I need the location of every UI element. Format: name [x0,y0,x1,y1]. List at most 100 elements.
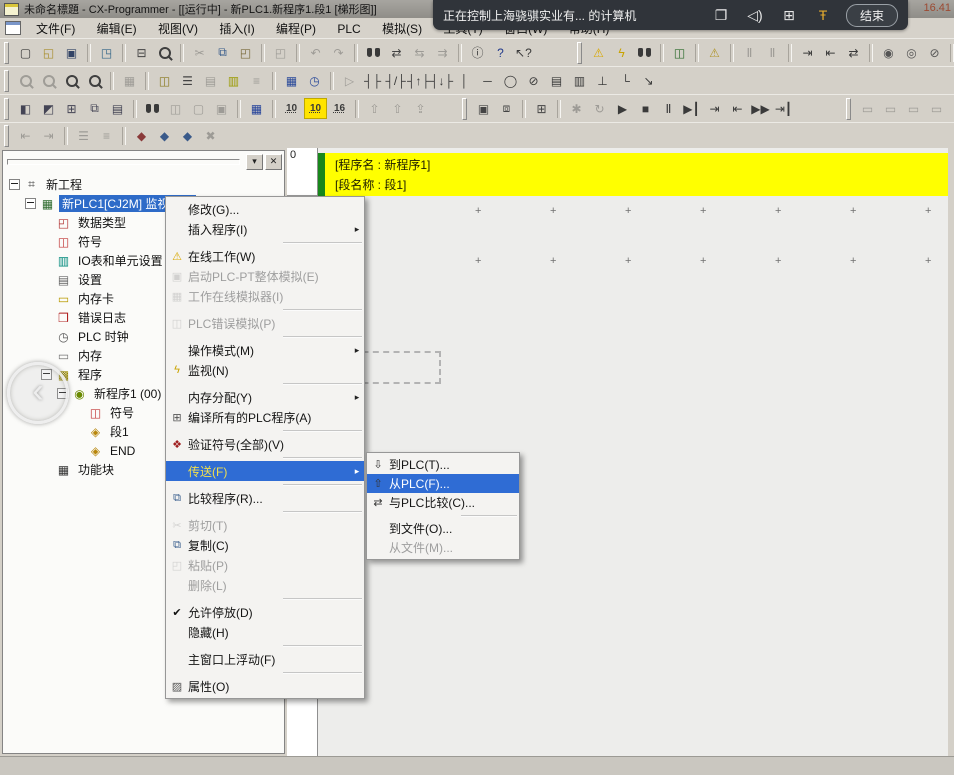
menu-item-cut[interactable]: ✂ 剪切(T) ▸ [166,515,364,535]
dim-list-icon[interactable]: ▤ [200,71,221,90]
online-edit-icon[interactable]: ◫ [669,43,690,62]
menubar-item[interactable]: 编程(P) [267,20,325,38]
undo-icon[interactable]: ↶ [305,43,326,62]
menubar-item[interactable]: 文件(F) [27,20,84,38]
remote-sidebar-toggle[interactable]: ‹ [7,362,69,424]
upload-arrow2-icon[interactable]: ⇧ [387,99,408,118]
tree-item-new-project[interactable]: ⌗ 新工程 [3,175,284,194]
menu-item-validate-symbols-all[interactable]: ❖ 验证符号(全部)(V) ▸ [166,434,364,454]
toolbar-grip[interactable] [4,70,9,92]
compare-doc-icon[interactable]: ◳ [96,43,117,62]
tile-windows-icon[interactable]: ⊞ [61,99,82,118]
compare-with-plc-icon[interactable]: ⇄ [843,43,864,62]
monitor-decimal-icon[interactable]: 10 [281,99,302,118]
end-session-button[interactable]: 结束 [846,4,898,27]
invert-icon[interactable]: ⊥ [592,71,613,90]
window-props-icon[interactable]: ▤ [107,99,128,118]
sim-mode-icon[interactable]: ↻ [589,99,610,118]
window-toolbar-icon[interactable]: ⊞ [772,7,806,24]
toolbar-grip[interactable] [462,98,467,120]
align-list-icon[interactable]: ☰ [73,127,94,146]
zoom-in-icon[interactable] [15,71,36,90]
sim-play-icon[interactable]: ▶ [612,99,633,118]
monitor-grid-icon[interactable]: ▦ [281,71,302,90]
window-arrow-icon[interactable]: ◩ [38,99,59,118]
submenu-item-compare-with-plc[interactable]: ⇄ 与PLC比较(C)... ▸ [367,493,519,512]
submenu-item-from-file[interactable]: 从文件(M)... ▸ [367,538,519,557]
coil-nc-icon[interactable]: ⊘ [523,71,544,90]
find-bit-icon[interactable]: ⇆ [409,43,430,62]
coil-icon[interactable]: ◯ [500,71,521,90]
horizontal-line-icon[interactable]: ─ [477,71,498,90]
menu-item-start-plc-pt-simulation[interactable]: ▣ 启动PLC-PT整体模拟(E) ▸ [166,266,364,286]
sim-save-icon[interactable]: ▣ [473,99,494,118]
menu-item-hide[interactable]: 隐藏(H) ▸ [166,622,364,642]
cross-ref-icon[interactable]: ◫ [165,99,186,118]
gray-panel3-icon[interactable]: ▭ [903,99,924,118]
new-window-icon[interactable]: ◧ [15,99,36,118]
context-help-icon[interactable]: ↖? [513,43,534,62]
grid-icon[interactable]: ▦ [119,71,140,90]
instruction-box-icon[interactable]: ▤ [546,71,567,90]
find-icon[interactable] [363,43,384,62]
contact-down-icon[interactable]: ┤↓├ [431,71,452,90]
download-to-plc-icon[interactable]: ⇥ [797,43,818,62]
mdi-child-icon[interactable] [5,21,21,35]
redo-icon[interactable]: ↷ [328,43,349,62]
zoom-out-icon[interactable] [38,71,59,90]
comment-list-icon[interactable]: ≡ [246,71,267,90]
instruction-box2-icon[interactable]: ▥ [569,71,590,90]
contact-up-icon[interactable]: ┤↑├ [408,71,429,90]
toolbar-grip[interactable] [4,125,9,147]
toolbar-grip[interactable] [4,98,9,120]
select-tool-icon[interactable]: ▷ [339,71,360,90]
menu-item-transfer[interactable]: 传送(F) ▸ [166,461,364,481]
panel-close-icon[interactable]: ✕ [265,154,282,170]
open-file-icon[interactable]: ◱ [38,43,59,62]
submenu-item-from-plc[interactable]: ⇧ 从PLC(F)... ▸ [367,474,519,493]
tree-expander-icon[interactable] [25,198,36,209]
menu-item-work-online-simulator[interactable]: ▦ 工作在线模拟器(I) ▸ [166,286,364,306]
menu-item-work-online[interactable]: ⚠ 在线工作(W) ▸ [166,246,364,266]
output-window-icon[interactable]: ▣ [211,99,232,118]
menu-item-monitor[interactable]: ϟ 监视(N) ▸ [166,360,364,380]
toolbar-grip[interactable] [846,98,851,120]
toolbar-grip[interactable] [4,42,9,64]
branch-icon[interactable]: └ [615,71,636,90]
menubar-item[interactable]: 插入(I) [210,20,263,38]
menu-item-compare-program[interactable]: ⧉ 比较程序(R)... ▸ [166,488,364,508]
contact-no-icon[interactable]: ┤├ [362,71,383,90]
menu-item-copy[interactable]: ⧉ 复制(C) ▸ [166,535,364,555]
align-list2-icon[interactable]: ≡ [96,127,117,146]
retrace-icon[interactable]: ⇉ [432,43,453,62]
menubar-item[interactable]: 模拟(S) [373,20,431,38]
sim-step-in-icon[interactable]: ⇥ [704,99,725,118]
menu-item-modify[interactable]: 修改(G)... ▸ [166,199,364,219]
sim-scan-icon[interactable]: ✱ [566,99,587,118]
symbols-table-icon[interactable]: ◫ [154,71,175,90]
about-icon[interactable]: ⓘ [467,43,488,62]
upload-arrow3-icon[interactable]: ⇪ [410,99,431,118]
go-to-rung-icon[interactable]: ◆ [131,127,152,146]
upload-arrow-icon[interactable]: ⇧ [364,99,385,118]
paste-icon[interactable]: ◰ [235,43,256,62]
menu-item-operation-mode[interactable]: 操作模式(M) ▸ [166,340,364,360]
sim-step-icon[interactable]: ▶┃ [681,99,702,118]
sim-add-icon[interactable]: ⊞ [531,99,552,118]
pause-gray-icon[interactable]: Ⅱ [739,43,760,62]
menubar-item[interactable]: 编辑(E) [88,20,146,38]
new-file-icon[interactable]: ▢ [15,43,36,62]
fullscreen-icon[interactable]: ❐ [704,7,738,24]
find-window-icon[interactable] [142,99,163,118]
menu-item-properties[interactable]: ▨ 属性(O) ▸ [166,676,364,696]
replace-icon[interactable]: ⇄ [386,43,407,62]
force-set-icon[interactable]: ◉ [878,43,899,62]
remote-brand-icon[interactable]: Ŧ [806,7,840,24]
vertical-line-icon[interactable]: │ [454,71,475,90]
sim-stop-icon[interactable]: ■ [635,99,656,118]
pause-monitor-icon[interactable] [634,43,655,62]
go-to-next-icon[interactable]: ◆ [154,127,175,146]
transfer-warning-icon[interactable]: ⚠ [704,43,725,62]
submenu-item-to-file[interactable]: 到文件(O)... ▸ [367,519,519,538]
work-online-icon[interactable]: ⚠ [588,43,609,62]
